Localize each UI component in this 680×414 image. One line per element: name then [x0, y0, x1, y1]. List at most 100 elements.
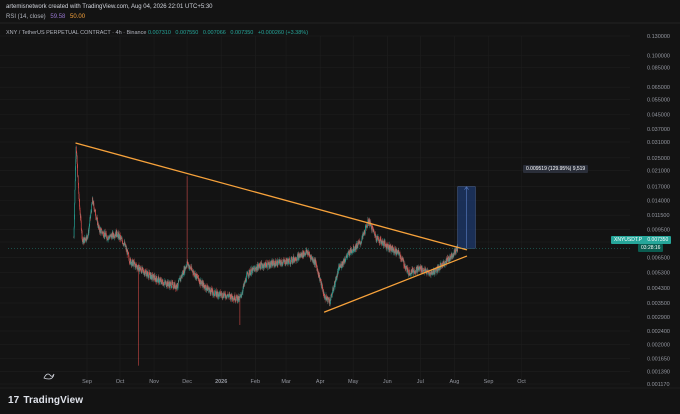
chart-credit: artemisnetwork created with TradingView.…: [6, 4, 213, 10]
price-tick-label: 0.085000: [647, 65, 670, 71]
price-tick-label: 0.002400: [647, 329, 670, 335]
time-tick-label: Dec: [182, 379, 192, 385]
price-tick-label: 0.001650: [647, 357, 670, 363]
candle-body: [408, 274, 410, 276]
price-tick-label: 0.100000: [647, 53, 670, 59]
candle-body: [239, 296, 240, 298]
time-tick-label: Apr: [316, 379, 325, 385]
measure-label: 0.009519 (129.95%) 9,519: [523, 165, 589, 173]
candle-body: [409, 269, 411, 276]
ohlc-high: 0.007550: [175, 30, 199, 36]
price-chart[interactable]: 0.130000 0.100000 0.085000 0.065000 0.055000…: [0, 0, 680, 414]
chart-background: [0, 0, 680, 414]
price-tick-label: 0.031000: [647, 140, 670, 146]
candle-body: [100, 229, 102, 233]
candle-body: [91, 203, 92, 213]
candle-body: [281, 261, 282, 265]
candle-body: [83, 239, 84, 244]
price-tick-label: 0.003500: [647, 301, 670, 307]
candle-body: [301, 253, 303, 257]
candle-body: [214, 294, 216, 297]
candle-body: [280, 262, 281, 265]
time-tick-label: Jun: [383, 379, 392, 385]
candle-body: [376, 237, 378, 241]
price-tick-label: 0.005300: [647, 270, 670, 276]
candle-body: [335, 281, 337, 282]
ohlc-change: +0.000260 (+3.38%): [257, 30, 309, 36]
grid: [0, 0, 680, 414]
price-tick-label: 0.004300: [647, 286, 670, 292]
candle-body: [271, 261, 273, 265]
candle-body: [76, 155, 78, 164]
candle-body: [93, 203, 95, 208]
candle-body: [316, 262, 317, 266]
time-tick-label: Oct: [116, 379, 125, 385]
candle-body: [149, 275, 150, 276]
rsi-label: RSI (14, close): [6, 14, 46, 20]
candle-body: [78, 182, 79, 188]
time-tick-label: Oct: [517, 379, 526, 385]
candle-body: [146, 271, 147, 275]
tradingview-logo: 17 TradingView: [8, 395, 83, 406]
candle-body: [176, 285, 177, 289]
price-tick-label: 0.009500: [647, 227, 670, 233]
candle-body: [209, 288, 211, 291]
price-tick-label: 0.014000: [647, 199, 670, 205]
candle-body: [276, 260, 278, 266]
candle-body: [74, 181, 76, 190]
candle-body: [340, 263, 342, 268]
symbol-legend[interactable]: XNY / TetherUS PERPETUAL CONTRACT · 4h ·…: [6, 30, 311, 36]
candle-body: [82, 241, 84, 243]
candle-body: [91, 203, 93, 205]
time-tick-label: Jul: [417, 379, 424, 385]
time-tick-label: May: [348, 379, 359, 385]
candle-body: [77, 176, 79, 183]
ohlc-close: 0.007350: [230, 30, 254, 36]
price-tick-label: 0.025000: [647, 156, 670, 162]
candle-body: [327, 299, 329, 303]
candle-body: [198, 275, 199, 279]
price-tick-label: 0.017000: [647, 184, 670, 190]
ticker-pill[interactable]: XNYUSDT.P 0.007350: [611, 236, 672, 244]
candle-body: [454, 250, 455, 253]
price-tick-label: 0.006500: [647, 255, 670, 261]
brand-name: TradingView: [23, 395, 84, 406]
price-tick-label: 0.002000: [647, 342, 670, 348]
time-tick-label: Sep: [484, 379, 494, 385]
candle-body: [81, 230, 83, 239]
candle-body: [371, 226, 373, 231]
time-tick-label: Aug: [450, 379, 460, 385]
tradingview-mark-icon: 17: [8, 395, 20, 406]
price-tick-label: 0.055000: [647, 98, 670, 104]
candle-body: [74, 203, 75, 218]
rsi-legend[interactable]: RSI (14, close) 59.58 50.00: [6, 14, 88, 20]
time-tick-label: Sep: [82, 379, 92, 385]
candle-body: [346, 255, 347, 257]
price-tick-label: 0.065000: [647, 85, 670, 91]
candle-body: [270, 262, 271, 267]
time-tick-label: 2026: [215, 379, 227, 385]
candle-body: [282, 261, 284, 264]
chart-frame: 0.130000 0.100000 0.085000 0.065000 0.055000…: [0, 0, 680, 414]
candle-body: [332, 289, 333, 294]
candle-body: [408, 270, 409, 276]
price-tick-label: 0.011500: [647, 213, 670, 219]
candle-body: [80, 221, 82, 230]
price-tick-label: 0.002900: [647, 315, 670, 321]
candle-body: [361, 239, 363, 243]
rsi-level: 50.00: [70, 14, 86, 20]
candle-body: [409, 275, 411, 276]
candle-body: [328, 299, 330, 303]
candle-body: [86, 234, 88, 237]
time-tick-label: Feb: [251, 379, 260, 385]
rsi-value: 59.58: [50, 14, 66, 20]
price-tick-label: 0.021000: [647, 169, 670, 175]
candle-body: [323, 291, 325, 296]
candle-body: [74, 189, 76, 204]
candle-body: [178, 279, 180, 281]
ticker-timer: 03:28:16: [638, 244, 664, 252]
ticker-price: 0.007350: [647, 237, 669, 243]
candle-body: [437, 269, 439, 271]
candle-body: [91, 202, 93, 204]
price-tick-label: 0.130000: [647, 34, 670, 40]
